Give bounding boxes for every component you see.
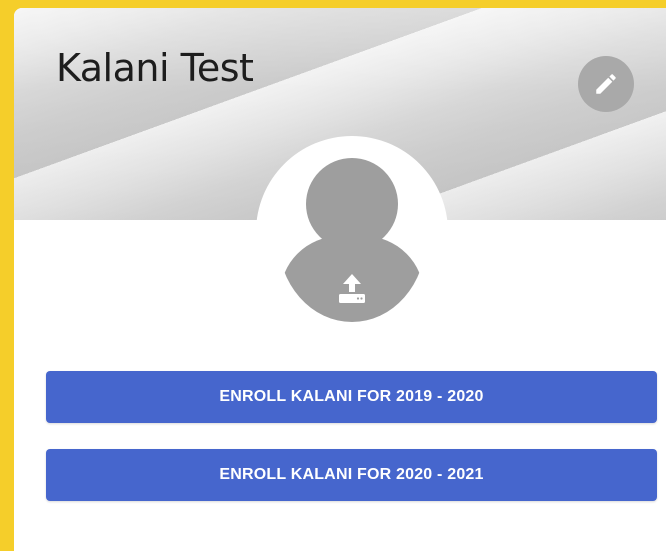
avatar[interactable] [278, 154, 426, 322]
enroll-2019-2020-button[interactable]: ENROLL KALANI FOR 2019 - 2020 [46, 371, 657, 423]
profile-name: Kalani Test [56, 46, 254, 90]
avatar-frame [256, 136, 448, 328]
edit-button[interactable] [578, 56, 634, 112]
profile-card: Kalani Test ENROLL KALANI FOR 2019 - 202… [14, 8, 666, 551]
pencil-icon [596, 74, 616, 94]
enroll-2020-2021-button[interactable]: ENROLL KALANI FOR 2020 - 2021 [46, 449, 657, 501]
upload-icon[interactable] [334, 270, 370, 306]
